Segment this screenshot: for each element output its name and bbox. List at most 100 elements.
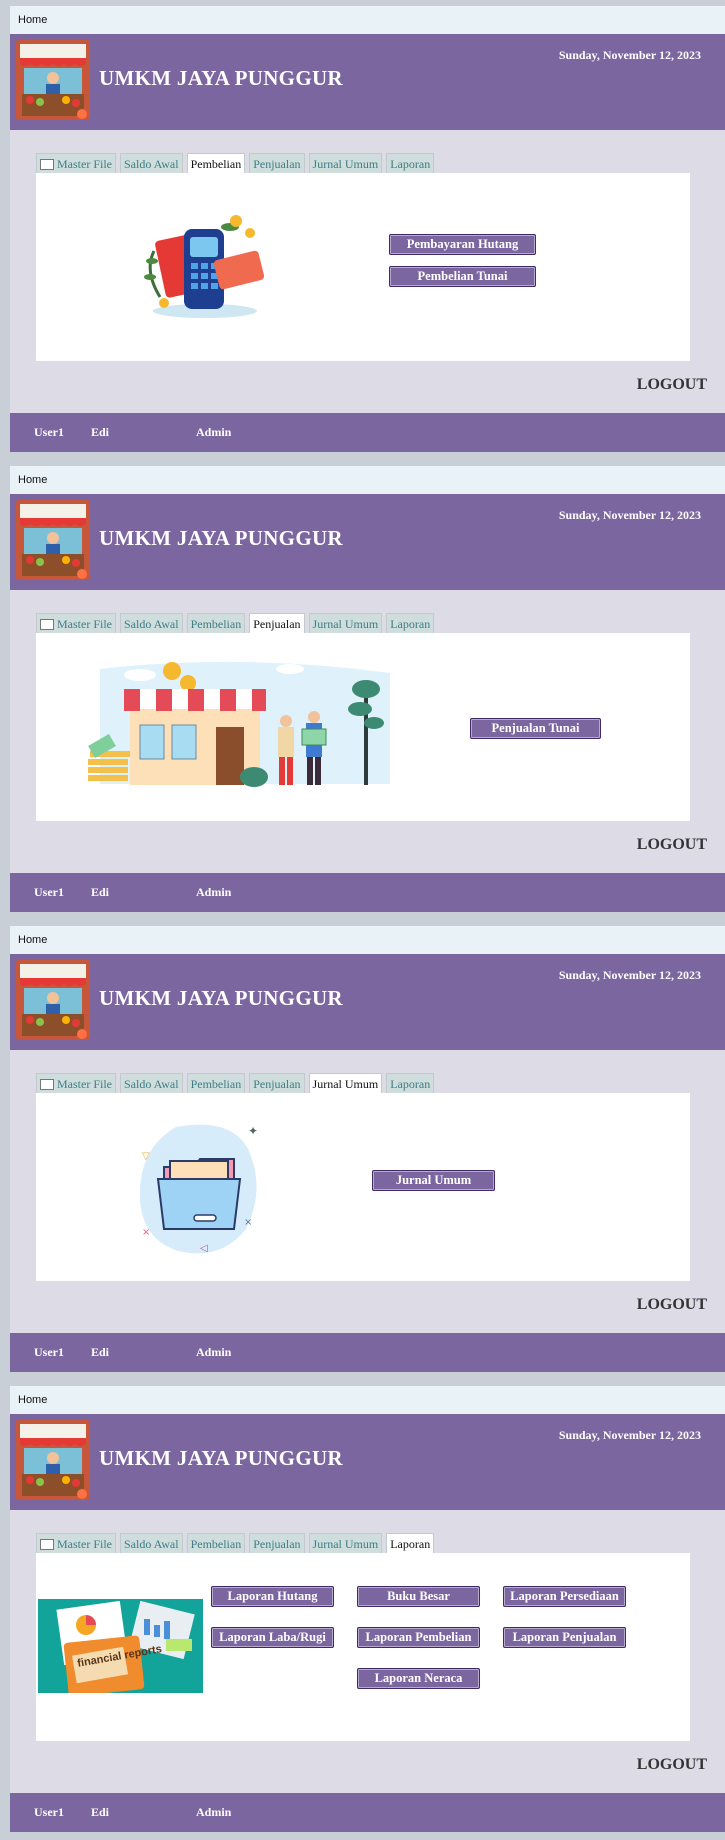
tab-saldo-awal[interactable]: Saldo Awal bbox=[120, 1073, 183, 1094]
panel-penjualan: Home UMKM JAYA PUNGGUR Sunday, November … bbox=[10, 466, 725, 912]
svg-text:◁: ◁ bbox=[200, 1243, 208, 1254]
tab-penjualan[interactable]: Penjualan bbox=[249, 153, 305, 174]
tab-master-file[interactable]: Master File bbox=[36, 613, 116, 634]
footer-user-label: User1 bbox=[34, 1805, 64, 1819]
jurnal-umum-button[interactable]: Jurnal Umum bbox=[372, 1170, 495, 1191]
home-breadcrumb[interactable]: Home bbox=[10, 926, 725, 954]
tab-master-file[interactable]: Master File bbox=[36, 1533, 116, 1554]
tab-saldo-awal[interactable]: Saldo Awal bbox=[120, 1533, 183, 1554]
tab-laporan[interactable]: Laporan bbox=[386, 613, 435, 634]
tab-bar: Master File Saldo Awal Pembelian Penjual… bbox=[36, 153, 435, 174]
footer-user-label: User1 bbox=[34, 425, 64, 439]
footer-role: Admin bbox=[196, 885, 232, 899]
app-title: UMKM JAYA PUNGGUR bbox=[99, 986, 343, 1010]
panel-laporan: Home UMKM JAYA PUNGGUR Sunday, November … bbox=[10, 1386, 725, 1832]
document-icon bbox=[40, 618, 54, 630]
tab-pembelian[interactable]: Pembelian bbox=[186, 1533, 246, 1554]
tab-pembelian[interactable]: Pembelian bbox=[186, 153, 246, 174]
footer-user-label: User1 bbox=[34, 885, 64, 899]
tab-jurnal-umum[interactable]: Jurnal Umum bbox=[308, 1073, 383, 1094]
footer-user-label: User1 bbox=[34, 1345, 64, 1359]
footer-bar: User1 Edi Admin bbox=[10, 1793, 725, 1832]
tab-pembelian[interactable]: Pembelian bbox=[186, 613, 246, 634]
market-stall-logo-icon bbox=[16, 500, 90, 580]
footer-role: Admin bbox=[196, 1345, 232, 1359]
penjualan-tunai-button[interactable]: Penjualan Tunai bbox=[470, 718, 601, 739]
tab-bar: Master File Saldo Awal Pembelian Penjual… bbox=[36, 1533, 435, 1554]
financial-reports-illustration: financial reports bbox=[38, 1599, 203, 1693]
tab-saldo-awal[interactable]: Saldo Awal bbox=[120, 153, 183, 174]
tab-content-jurnal-umum: ✦ ▽ × × ◁ Jurnal Umum bbox=[36, 1093, 690, 1281]
app-title: UMKM JAYA PUNGGUR bbox=[99, 526, 343, 550]
tab-bar: Master File Saldo Awal Pembelian Penjual… bbox=[36, 1073, 435, 1094]
document-icon bbox=[40, 1538, 54, 1550]
svg-text:▽: ▽ bbox=[142, 1151, 150, 1162]
tab-jurnal-umum[interactable]: Jurnal Umum bbox=[308, 613, 383, 634]
document-icon bbox=[40, 1078, 54, 1090]
svg-text:✦: ✦ bbox=[248, 1124, 258, 1138]
document-icon bbox=[40, 158, 54, 170]
home-breadcrumb[interactable]: Home bbox=[10, 466, 725, 494]
logout-button[interactable]: LOGOUT bbox=[637, 1756, 707, 1774]
svg-text:×: × bbox=[244, 1217, 252, 1228]
laporan-hutang-button[interactable]: Laporan Hutang bbox=[211, 1586, 334, 1607]
tab-penjualan[interactable]: Penjualan bbox=[249, 1073, 305, 1094]
logout-button[interactable]: LOGOUT bbox=[637, 376, 707, 394]
app-header: UMKM JAYA PUNGGUR Sunday, November 12, 2… bbox=[10, 954, 725, 1050]
tab-content-penjualan: Penjualan Tunai bbox=[36, 633, 690, 821]
tab-pembelian[interactable]: Pembelian bbox=[186, 1073, 246, 1094]
app-title: UMKM JAYA PUNGGUR bbox=[99, 1446, 343, 1470]
panel-jurnal-umum: Home UMKM JAYA PUNGGUR Sunday, November … bbox=[10, 926, 725, 1372]
footer-user-name: Edi bbox=[91, 1805, 110, 1819]
panel-pembelian: Home UMKM JAYA PUNGGUR Sunday, November … bbox=[10, 6, 725, 452]
tab-bar: Master File Saldo Awal Pembelian Penjual… bbox=[36, 613, 435, 634]
current-date: Sunday, November 12, 2023 bbox=[558, 48, 701, 62]
current-date: Sunday, November 12, 2023 bbox=[558, 1428, 701, 1442]
laporan-laba-rugi-button[interactable]: Laporan Laba/Rugi bbox=[211, 1627, 334, 1648]
tab-jurnal-umum[interactable]: Jurnal Umum bbox=[308, 1533, 383, 1554]
home-breadcrumb[interactable]: Home bbox=[10, 1386, 725, 1414]
laporan-neraca-button[interactable]: Laporan Neraca bbox=[357, 1668, 480, 1689]
card-payment-illustration bbox=[140, 211, 270, 321]
shop-illustration bbox=[80, 659, 400, 789]
logout-button[interactable]: LOGOUT bbox=[637, 836, 707, 854]
market-stall-logo-icon bbox=[16, 1420, 90, 1500]
tab-content-pembelian: Pembayaran Hutang Pembelian Tunai bbox=[36, 173, 690, 361]
footer-bar: User1 Edi Admin bbox=[10, 413, 725, 452]
footer-user-name: Edi bbox=[91, 1345, 110, 1359]
market-stall-logo-icon bbox=[16, 960, 90, 1040]
app-header: UMKM JAYA PUNGGUR Sunday, November 12, 2… bbox=[10, 1414, 725, 1510]
svg-text:×: × bbox=[142, 1227, 150, 1238]
tab-master-file[interactable]: Master File bbox=[36, 1073, 116, 1094]
footer-bar: User1 Edi Admin bbox=[10, 1333, 725, 1372]
pembayaran-hutang-button[interactable]: Pembayaran Hutang bbox=[389, 234, 536, 255]
tab-content-laporan: financial reports Laporan Hutang Buku Be… bbox=[36, 1553, 690, 1741]
current-date: Sunday, November 12, 2023 bbox=[558, 968, 701, 982]
pembelian-tunai-button[interactable]: Pembelian Tunai bbox=[389, 266, 536, 287]
laporan-penjualan-button[interactable]: Laporan Penjualan bbox=[503, 1627, 626, 1648]
tab-jurnal-umum[interactable]: Jurnal Umum bbox=[308, 153, 383, 174]
footer-bar: User1 Edi Admin bbox=[10, 873, 725, 912]
app-header: UMKM JAYA PUNGGUR Sunday, November 12, 2… bbox=[10, 34, 725, 130]
tab-penjualan[interactable]: Penjualan bbox=[249, 1533, 305, 1554]
footer-role: Admin bbox=[196, 1805, 232, 1819]
tab-saldo-awal[interactable]: Saldo Awal bbox=[120, 613, 183, 634]
current-date: Sunday, November 12, 2023 bbox=[558, 508, 701, 522]
footer-user-name: Edi bbox=[91, 885, 110, 899]
logout-button[interactable]: LOGOUT bbox=[637, 1296, 707, 1314]
laporan-persediaan-button[interactable]: Laporan Persediaan bbox=[503, 1586, 626, 1607]
tab-laporan[interactable]: Laporan bbox=[386, 153, 435, 174]
footer-user-name: Edi bbox=[91, 425, 110, 439]
buku-besar-button[interactable]: Buku Besar bbox=[357, 1586, 480, 1607]
home-breadcrumb[interactable]: Home bbox=[10, 6, 725, 34]
footer-role: Admin bbox=[196, 425, 232, 439]
market-stall-logo-icon bbox=[16, 40, 90, 120]
tab-master-file[interactable]: Master File bbox=[36, 153, 116, 174]
app-header: UMKM JAYA PUNGGUR Sunday, November 12, 2… bbox=[10, 494, 725, 590]
tab-laporan[interactable]: Laporan bbox=[386, 1533, 435, 1554]
tab-laporan[interactable]: Laporan bbox=[386, 1073, 435, 1094]
tab-penjualan[interactable]: Penjualan bbox=[249, 613, 305, 634]
app-title: UMKM JAYA PUNGGUR bbox=[99, 66, 343, 90]
laporan-pembelian-button[interactable]: Laporan Pembelian bbox=[357, 1627, 480, 1648]
folder-illustration: ✦ ▽ × × ◁ bbox=[136, 1119, 266, 1259]
